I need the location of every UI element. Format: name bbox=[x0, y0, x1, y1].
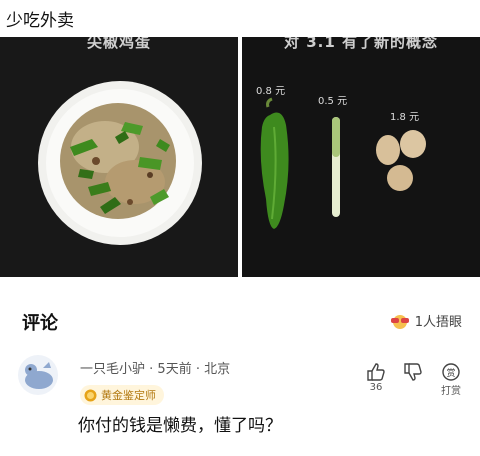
ingredients-illustration: 0.8 元 0.5 元 1.8 元 bbox=[242, 37, 480, 277]
post-images: 尖椒鸡蛋 对 3.1 有了新的概念 0.8 元 0.5 元 1.8 元 bbox=[0, 37, 480, 277]
dish-illustration bbox=[0, 37, 238, 277]
meta-separator: · bbox=[195, 362, 205, 377]
svg-text:赏: 赏 bbox=[446, 367, 455, 379]
reward-action[interactable]: 赏 打赏 bbox=[441, 362, 461, 397]
image-dish[interactable]: 尖椒鸡蛋 bbox=[0, 37, 238, 277]
reward-label: 打赏 bbox=[441, 386, 461, 397]
thumbs-down-icon bbox=[404, 363, 422, 381]
like-action[interactable]: 36 bbox=[366, 362, 386, 393]
comment-meta: 一只毛小驴 · 5天前 · 北京 bbox=[80, 358, 230, 377]
avatar[interactable] bbox=[17, 354, 59, 396]
post-text: 少吃外卖 bbox=[6, 11, 74, 31]
image-ingredients[interactable]: 对 3.1 有了新的概念 0.8 元 0.5 元 1.8 元 bbox=[242, 37, 480, 277]
comments-header: 评论 bbox=[22, 313, 58, 334]
dislike-action[interactable] bbox=[403, 362, 423, 382]
gold-medal-icon bbox=[84, 389, 97, 401]
cover-eyes-emoji-icon bbox=[390, 314, 409, 329]
thumbs-up-icon bbox=[367, 363, 385, 381]
like-count: 36 bbox=[369, 382, 383, 393]
reaction-summary[interactable]: 1人捂眼 bbox=[389, 311, 462, 330]
user-badge: 黄金鉴定师 bbox=[80, 385, 164, 405]
stir-fry bbox=[60, 103, 176, 219]
badge-label: 黄金鉴定师 bbox=[101, 389, 156, 402]
comment-text: 你付的钱是懒费，懂了吗？ bbox=[78, 416, 282, 436]
price-label-scallion: 0.5 元 bbox=[318, 96, 347, 107]
image-caption-dish: 尖椒鸡蛋 bbox=[86, 37, 151, 51]
price-label-eggs: 1.8 元 bbox=[390, 112, 419, 123]
comment-username[interactable]: 一只毛小驴 bbox=[80, 362, 145, 377]
price-label-pepper: 0.8 元 bbox=[256, 86, 285, 97]
reward-coin-icon: 赏 bbox=[442, 363, 460, 381]
comment-location: 北京 bbox=[204, 362, 231, 377]
scallion bbox=[332, 117, 340, 217]
reaction-count: 1人捂眼 bbox=[414, 315, 462, 330]
comment-time: 5天前 bbox=[157, 362, 192, 377]
image-caption-ingredients: 对 3.1 有了新的概念 bbox=[283, 37, 439, 51]
